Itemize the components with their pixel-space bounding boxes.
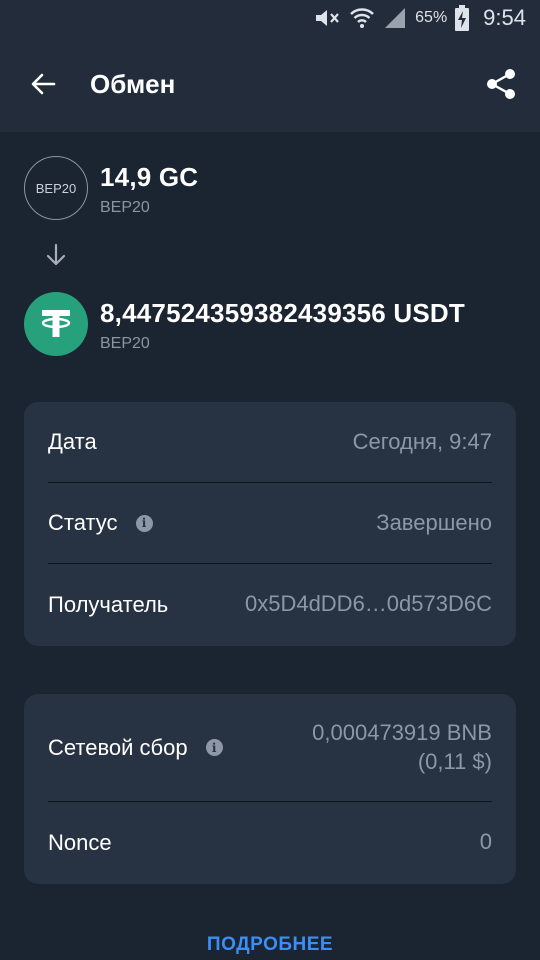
status-row: Статус i Завершено — [48, 483, 492, 564]
from-amount: 14,9 GC — [100, 162, 199, 192]
network-fee-crypto: 0,000473919 BNB — [312, 719, 492, 745]
details-card: Дата Сегодня, 9:47 Статус i Завершено По… — [24, 402, 516, 646]
status-label: Статус — [48, 510, 118, 535]
network-fee-value: 0,000473919 BNB (0,11 $) — [312, 719, 492, 776]
page-title: Обмен — [90, 68, 176, 99]
app-bar: Обмен — [0, 36, 540, 132]
date-row: Дата Сегодня, 9:47 — [48, 402, 492, 483]
tether-icon — [24, 292, 88, 356]
recipient-label: Получатель — [48, 591, 169, 617]
status-bar: 65% 9:54 — [0, 0, 540, 36]
mute-icon — [313, 6, 341, 30]
recipient-row[interactable]: Получатель 0x5D4dDD6…0d573D6C — [48, 564, 492, 645]
arrow-down-icon — [46, 243, 66, 266]
fees-card: Сетевой сбор i 0,000473919 BNB (0,11 $) … — [24, 694, 516, 884]
network-fee-label: Сетевой сбор — [48, 734, 188, 760]
battery-percent: 65% — [415, 9, 448, 26]
more-details-link[interactable]: ПОДРОБНЕЕ — [0, 934, 540, 956]
battery-charging-icon — [455, 5, 470, 31]
nonce-value: 0 — [479, 829, 492, 855]
from-asset: BEP20 14,9 GC BEP20 — [24, 156, 198, 220]
network-fee-fiat: (0,11 $) — [417, 748, 492, 774]
to-network: BEP20 — [100, 335, 150, 352]
clock: 9:54 — [483, 5, 526, 30]
nonce-row: Nonce 0 — [48, 802, 492, 883]
info-icon[interactable]: i — [135, 514, 153, 532]
status-value: Завершено — [376, 509, 492, 535]
to-amount: 8,447524359382439356 USDT — [100, 298, 465, 328]
network-fee-row: Сетевой сбор i 0,000473919 BNB (0,11 $) — [48, 694, 492, 802]
signal-icon — [383, 6, 407, 30]
bep20-token-icon: BEP20 — [24, 156, 88, 220]
wifi-icon — [349, 6, 375, 30]
share-icon[interactable] — [480, 63, 522, 105]
to-asset: 8,447524359382439356 USDT BEP20 — [24, 292, 465, 356]
recipient-address[interactable]: 0x5D4dDD6…0d573D6C — [245, 590, 492, 619]
info-icon[interactable]: i — [205, 739, 223, 756]
nonce-label: Nonce — [48, 829, 112, 855]
from-network: BEP20 — [100, 199, 150, 216]
date-value: Сегодня, 9:47 — [352, 428, 492, 454]
date-label: Дата — [48, 429, 97, 454]
arrow-left-icon[interactable] — [22, 63, 64, 105]
